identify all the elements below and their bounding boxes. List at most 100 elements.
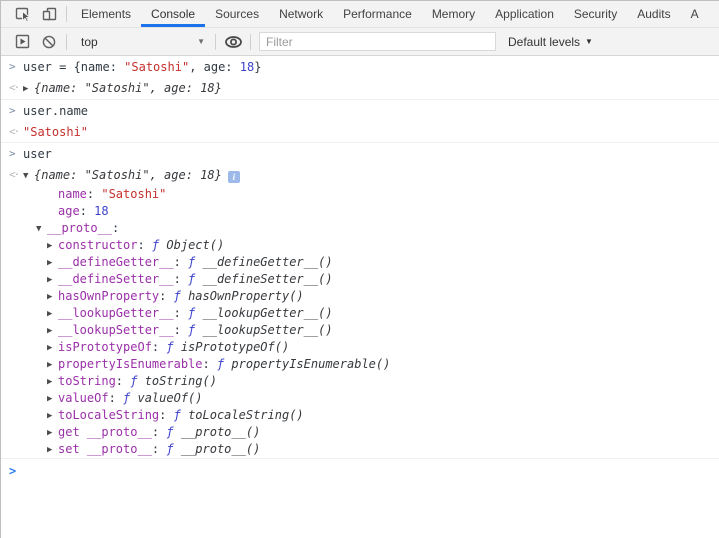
tab-performance[interactable]: Performance	[333, 1, 422, 27]
expander-triangle-icon[interactable]: ▶	[47, 306, 58, 322]
console-result-row[interactable]: <·▼{name: "Satoshi", age: 18}i	[1, 164, 719, 186]
token-fn: ƒ	[188, 323, 202, 337]
token-fn: ƒ	[123, 391, 137, 405]
token-str: "Satoshi"	[23, 125, 88, 139]
tab-console[interactable]: Console	[141, 1, 205, 27]
console-tree-row[interactable]: ▶valueOf: ƒ valueOf()	[1, 390, 719, 407]
token-prop: __proto__	[47, 221, 112, 235]
token-plain: :	[109, 391, 123, 405]
console-tree-row[interactable]: ▶hasOwnProperty: ƒ hasOwnProperty()	[1, 288, 719, 305]
chevron-down-icon	[585, 37, 593, 46]
tab-sources[interactable]: Sources	[205, 1, 269, 27]
tab-elements[interactable]: Elements	[71, 1, 141, 27]
token-prop: hasOwnProperty	[58, 289, 159, 303]
expander-triangle-icon[interactable]: ▶	[47, 442, 58, 458]
devtools-window: Elements Console Sources Network Perform…	[0, 0, 719, 538]
expander-triangle-icon[interactable]: ▶	[47, 323, 58, 339]
tab-clipped[interactable]: A	[681, 1, 709, 27]
token-plain: :	[116, 374, 130, 388]
expander-triangle-icon[interactable]: ▶	[47, 238, 58, 254]
console-command-row[interactable]: > user.name	[1, 100, 719, 121]
token-stri: "Satoshi"	[85, 81, 150, 95]
token-fn: ƒ	[166, 425, 180, 439]
expander-triangle-icon[interactable]: ▶	[47, 408, 58, 424]
console-result-row[interactable]: <·▶{name: "Satoshi", age: 18}	[1, 77, 719, 100]
toolbar-divider	[250, 34, 251, 50]
expander-triangle-icon[interactable]: ▶	[47, 340, 58, 356]
console-tree-row[interactable]: ▼__proto__:	[1, 220, 719, 237]
expander-triangle-icon[interactable]: ▶	[23, 81, 34, 97]
execution-context-selector[interactable]: top	[73, 32, 211, 52]
token-prop: valueOf	[58, 391, 109, 405]
console-tree-row[interactable]: ▶toString: ƒ toString()	[1, 373, 719, 390]
inspect-cursor-icon[interactable]	[10, 1, 36, 27]
tab-label: Application	[495, 7, 554, 21]
expander-triangle-icon[interactable]: ▶	[47, 272, 58, 288]
token-prop: age	[58, 204, 80, 218]
console-command-row[interactable]: >user = {name: "Satoshi", age: 18}	[1, 56, 719, 77]
token-prop: __defineSetter__	[58, 272, 174, 286]
console-command-row[interactable]: >user	[1, 143, 719, 164]
command-prompt-icon: >	[9, 103, 16, 119]
console-tree-row[interactable]: ▶__defineSetter__: ƒ __defineSetter__()	[1, 271, 719, 288]
token-plain: :	[152, 425, 166, 439]
tab-label: Elements	[81, 7, 131, 21]
token-prop: isPrototypeOf	[58, 340, 152, 354]
console-tree-row[interactable]: ▶set __proto__: ƒ __proto__()	[1, 441, 719, 459]
console-tree-row[interactable]: name: "Satoshi"	[1, 186, 719, 203]
toolbar-divider	[66, 34, 67, 50]
tab-memory[interactable]: Memory	[422, 1, 485, 27]
token-sig: __lookupGetter__()	[203, 306, 333, 320]
expander-triangle-icon[interactable]: ▶	[47, 357, 58, 373]
console-tree-row[interactable]: ▶__defineGetter__: ƒ __defineGetter__()	[1, 254, 719, 271]
expander-placeholder	[47, 187, 58, 203]
expander-triangle-icon[interactable]: ▼	[23, 168, 34, 184]
console-tree-row[interactable]: ▶get __proto__: ƒ __proto__()	[1, 424, 719, 441]
expander-triangle-icon[interactable]: ▶	[47, 374, 58, 390]
token-plain: :	[174, 306, 188, 320]
console-tree-row[interactable]: ▶constructor: ƒ Object()	[1, 237, 719, 254]
token-sig: __defineGetter__()	[203, 255, 333, 269]
console-tree-row[interactable]: ▶isPrototypeOf: ƒ isPrototypeOf()	[1, 339, 719, 356]
token-plain: user.name	[23, 104, 88, 118]
expander-triangle-icon[interactable]: ▶	[47, 425, 58, 441]
token-plain: , age:	[189, 60, 240, 74]
console-tree-row[interactable]: ▶__lookupSetter__: ƒ __lookupSetter__()	[1, 322, 719, 339]
console-tree-row[interactable]: age: 18	[1, 203, 719, 220]
token-sig: __proto__()	[181, 425, 260, 439]
console-result-row[interactable]: <·"Satoshi"	[1, 121, 719, 143]
token-fn: ƒ	[174, 408, 188, 422]
device-toolbar-icon[interactable]	[36, 1, 62, 27]
console-sidebar-icon[interactable]	[10, 29, 36, 55]
expander-triangle-icon[interactable]: ▼	[36, 221, 47, 237]
token-prop: set __proto__	[58, 442, 152, 456]
tab-application[interactable]: Application	[485, 1, 564, 27]
token-fn: ƒ	[152, 238, 166, 252]
token-plain: :	[174, 323, 188, 337]
tab-label: Network	[279, 7, 323, 21]
console-input-row[interactable]: >	[1, 459, 719, 483]
console-tree-row[interactable]: ▶__lookupGetter__: ƒ __lookupGetter__()	[1, 305, 719, 322]
token-prop: __lookupGetter__	[58, 306, 174, 320]
expander-triangle-icon[interactable]: ▶	[47, 255, 58, 271]
tab-label: Sources	[215, 7, 259, 21]
tab-label: Memory	[432, 7, 475, 21]
log-levels-dropdown[interactable]: Default levels	[504, 35, 597, 49]
chevron-down-icon	[197, 37, 205, 46]
live-expression-eye-icon[interactable]	[220, 29, 246, 55]
tab-network[interactable]: Network	[269, 1, 333, 27]
tab-audits[interactable]: Audits	[627, 1, 680, 27]
console-toolbar: top Default levels	[1, 28, 719, 56]
token-sig: Object()	[166, 238, 224, 252]
console-tree-row[interactable]: ▶propertyIsEnumerable: ƒ propertyIsEnume…	[1, 356, 719, 373]
clear-console-icon[interactable]	[36, 29, 62, 55]
token-prop: constructor	[58, 238, 137, 252]
expander-triangle-icon[interactable]: ▶	[47, 391, 58, 407]
console-tree-row[interactable]: ▶toLocaleString: ƒ toLocaleString()	[1, 407, 719, 424]
token-it: , age:	[150, 168, 201, 182]
tab-security[interactable]: Security	[564, 1, 627, 27]
filter-input[interactable]	[259, 32, 496, 51]
token-prop: __lookupSetter__	[58, 323, 174, 337]
expander-triangle-icon[interactable]: ▶	[47, 289, 58, 305]
token-plain: :	[174, 272, 188, 286]
